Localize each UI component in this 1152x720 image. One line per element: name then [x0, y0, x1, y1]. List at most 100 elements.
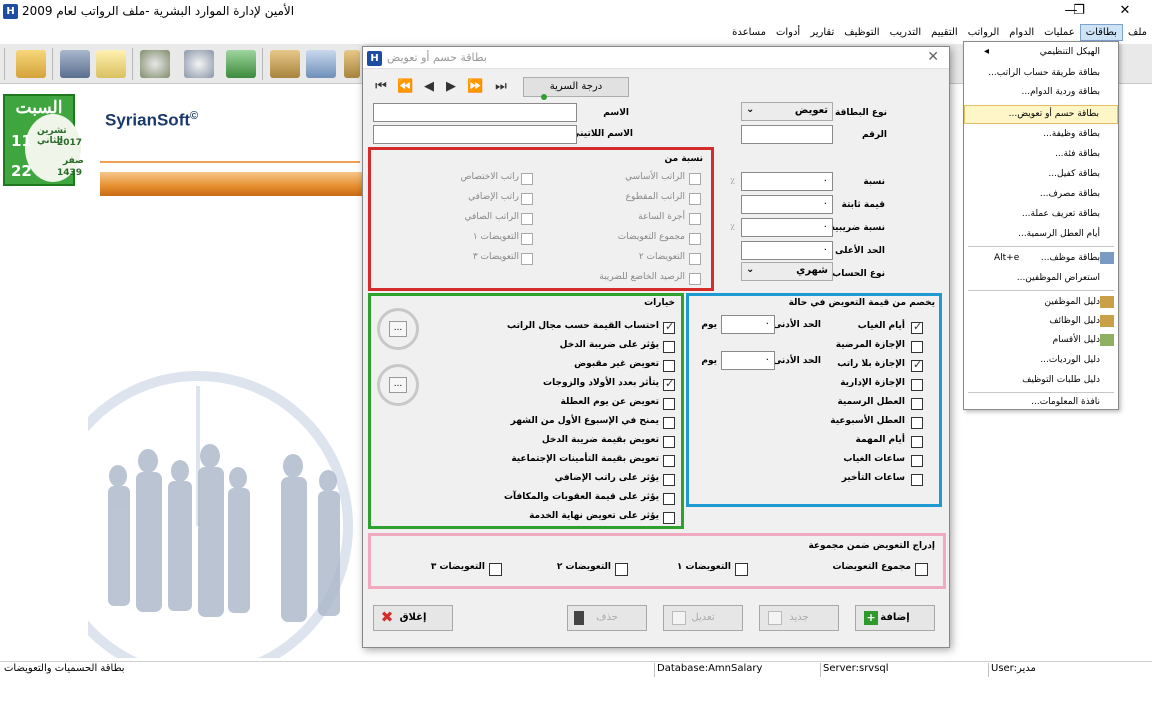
fixed-value-input[interactable]: ٠: [741, 195, 833, 214]
next-record-icon[interactable]: ▶: [443, 79, 459, 94]
tags-icon[interactable]: [306, 50, 336, 78]
open-folder-icon[interactable]: [16, 50, 46, 78]
delete-button[interactable]: حذف: [567, 605, 647, 631]
close-button[interactable]: ✕: [1112, 3, 1138, 18]
ratio-basic-checkbox[interactable]: [689, 173, 701, 185]
book-icon[interactable]: [344, 50, 360, 78]
menu-item-category[interactable]: بطاقة فئة...: [964, 146, 1118, 165]
latin-name-input[interactable]: [373, 125, 577, 144]
deduct-absence-checkbox[interactable]: [911, 320, 923, 334]
min-absence-input[interactable]: ٠: [721, 315, 775, 334]
group-total-checkbox[interactable]: [915, 563, 928, 576]
menu-item-departments-guide[interactable]: دليل الأقسام: [964, 332, 1118, 351]
menu-item-currency[interactable]: بطاقة تعريف عملة...: [964, 206, 1118, 225]
group-comp3-checkbox[interactable]: [489, 563, 502, 576]
menu-item-salary-method[interactable]: بطاقة طريقة حساب الراتب...: [964, 65, 1118, 84]
deduct-admin-checkbox[interactable]: [911, 379, 923, 391]
first-record-icon[interactable]: ⏮: [373, 79, 389, 94]
menu-attendance[interactable]: الدوام: [1004, 25, 1039, 40]
menu-item-deduction-card[interactable]: بطاقة حسم أو تعويض...: [964, 105, 1118, 124]
menu-reports[interactable]: تقارير: [805, 25, 839, 40]
menu-item-browse-employees[interactable]: استعراض الموظفين...: [964, 270, 1118, 289]
deduct-unpaid-checkbox[interactable]: [911, 358, 923, 372]
menu-item-info-window[interactable]: نافذة المعلومات...: [964, 394, 1118, 413]
deduct-official-checkbox[interactable]: [911, 398, 923, 410]
calendar-clock-icon[interactable]: [184, 50, 214, 78]
deduct-weekly-checkbox[interactable]: [911, 417, 923, 429]
ratio-lump-checkbox[interactable]: [689, 193, 701, 205]
clock-icon[interactable]: [140, 50, 170, 78]
tax-rate-input[interactable]: ٠: [741, 218, 833, 237]
number-input[interactable]: [741, 125, 833, 144]
opt-end-service-checkbox[interactable]: [663, 512, 675, 524]
menu-evaluation[interactable]: التقييم: [926, 25, 963, 40]
menu-item-applications-guide[interactable]: دليل طلبات التوظيف: [964, 372, 1118, 391]
dialog-close-icon[interactable]: ✕: [927, 49, 939, 65]
min-unpaid-input[interactable]: ٠: [721, 351, 775, 370]
opt-extra-salary-checkbox[interactable]: [663, 474, 675, 486]
menu-cards[interactable]: بطاقات: [1079, 24, 1123, 41]
children-wives-button[interactable]: ...: [377, 364, 419, 406]
ratio-total-comp-checkbox[interactable]: [689, 233, 701, 245]
percentage-input[interactable]: ٠: [741, 172, 833, 191]
ratio-net-checkbox[interactable]: [521, 213, 533, 225]
menu-item-sponsor[interactable]: بطاقة كفيل...: [964, 166, 1118, 185]
opt-income-tax-value-checkbox[interactable]: [663, 436, 675, 448]
menu-hiring[interactable]: التوظيف: [839, 25, 884, 40]
employee-card-icon[interactable]: [60, 50, 90, 78]
prev-page-icon[interactable]: ⏪: [397, 79, 413, 94]
add-button[interactable]: + إضافة: [855, 605, 935, 631]
menu-salaries[interactable]: الرواتب: [963, 25, 1005, 40]
add-key-icon[interactable]: [96, 50, 126, 78]
calc-type-select[interactable]: ⌄ شهري: [741, 262, 833, 281]
menu-item-org-structure[interactable]: الهيكل التنظيمي ◂: [964, 44, 1118, 63]
ratio-extra-checkbox[interactable]: [521, 193, 533, 205]
group-comp1-checkbox[interactable]: [735, 563, 748, 576]
name-input[interactable]: [373, 103, 577, 122]
edit-button[interactable]: تعديل: [663, 605, 743, 631]
menu-training[interactable]: التدريب: [885, 25, 927, 40]
ratio-specialty-checkbox[interactable]: [521, 173, 533, 185]
opt-insurance-checkbox[interactable]: [663, 455, 675, 467]
salary-range-button[interactable]: ...: [377, 308, 419, 350]
max-input[interactable]: ٠: [741, 241, 833, 260]
deduct-late-checkbox[interactable]: [911, 474, 923, 486]
new-button[interactable]: جديد: [759, 605, 839, 631]
ratio-taxable-checkbox[interactable]: [689, 273, 701, 285]
menu-item-shifts-guide[interactable]: دليل الورديات...: [964, 352, 1118, 371]
ratio-comp3-checkbox[interactable]: [521, 253, 533, 265]
menu-operations[interactable]: عمليات: [1039, 25, 1080, 40]
group-comp2-checkbox[interactable]: [615, 563, 628, 576]
menu-item-employee-card[interactable]: بطاقة موظف... Alt+e: [964, 250, 1118, 269]
deduct-sick-checkbox[interactable]: [911, 341, 923, 353]
opt-uncollected-checkbox[interactable]: [663, 360, 675, 372]
menu-file[interactable]: ملف: [1123, 25, 1152, 40]
menu-item-shift[interactable]: بطاقة وردية الدوام...: [964, 84, 1118, 103]
deduct-mission-checkbox[interactable]: [911, 436, 923, 448]
deduct-absence-hours-checkbox[interactable]: [911, 455, 923, 467]
money-stack-icon[interactable]: [226, 50, 256, 78]
card-type-select[interactable]: ⌄ تعويض: [741, 102, 833, 121]
menu-item-holidays[interactable]: أيام العطل الرسمية...: [964, 226, 1118, 245]
menu-help[interactable]: مساعدة: [727, 25, 771, 40]
ratio-hourly-checkbox[interactable]: [689, 213, 701, 225]
next-page-icon[interactable]: ⏩: [467, 79, 483, 94]
menu-tools[interactable]: أدوات: [771, 25, 805, 40]
close-dialog-button[interactable]: ✖ إغلاق: [373, 605, 453, 631]
opt-salary-range-checkbox[interactable]: [663, 320, 675, 334]
opt-holiday-checkbox[interactable]: [663, 398, 675, 410]
menu-item-job[interactable]: بطاقة وظيفة...: [964, 126, 1118, 145]
ratio-comp1-checkbox[interactable]: [521, 233, 533, 245]
ratio-comp2-checkbox[interactable]: [689, 253, 701, 265]
restore-button[interactable]: ❐: [1066, 3, 1092, 18]
menu-item-bank[interactable]: بطاقة مصرف...: [964, 186, 1118, 205]
opt-income-tax-checkbox[interactable]: [663, 341, 675, 353]
menu-item-employees-guide[interactable]: دليل الموظفين: [964, 294, 1118, 313]
opt-first-week-checkbox[interactable]: [663, 417, 675, 429]
last-record-icon[interactable]: ⏭: [493, 79, 509, 94]
menu-item-jobs-guide[interactable]: دليل الوظائف: [964, 313, 1118, 332]
opt-children-checkbox[interactable]: [663, 377, 675, 391]
prev-record-icon[interactable]: ◀: [421, 79, 437, 94]
books-icon[interactable]: [270, 50, 300, 78]
secrecy-button[interactable]: درجة السرية: [523, 77, 629, 97]
